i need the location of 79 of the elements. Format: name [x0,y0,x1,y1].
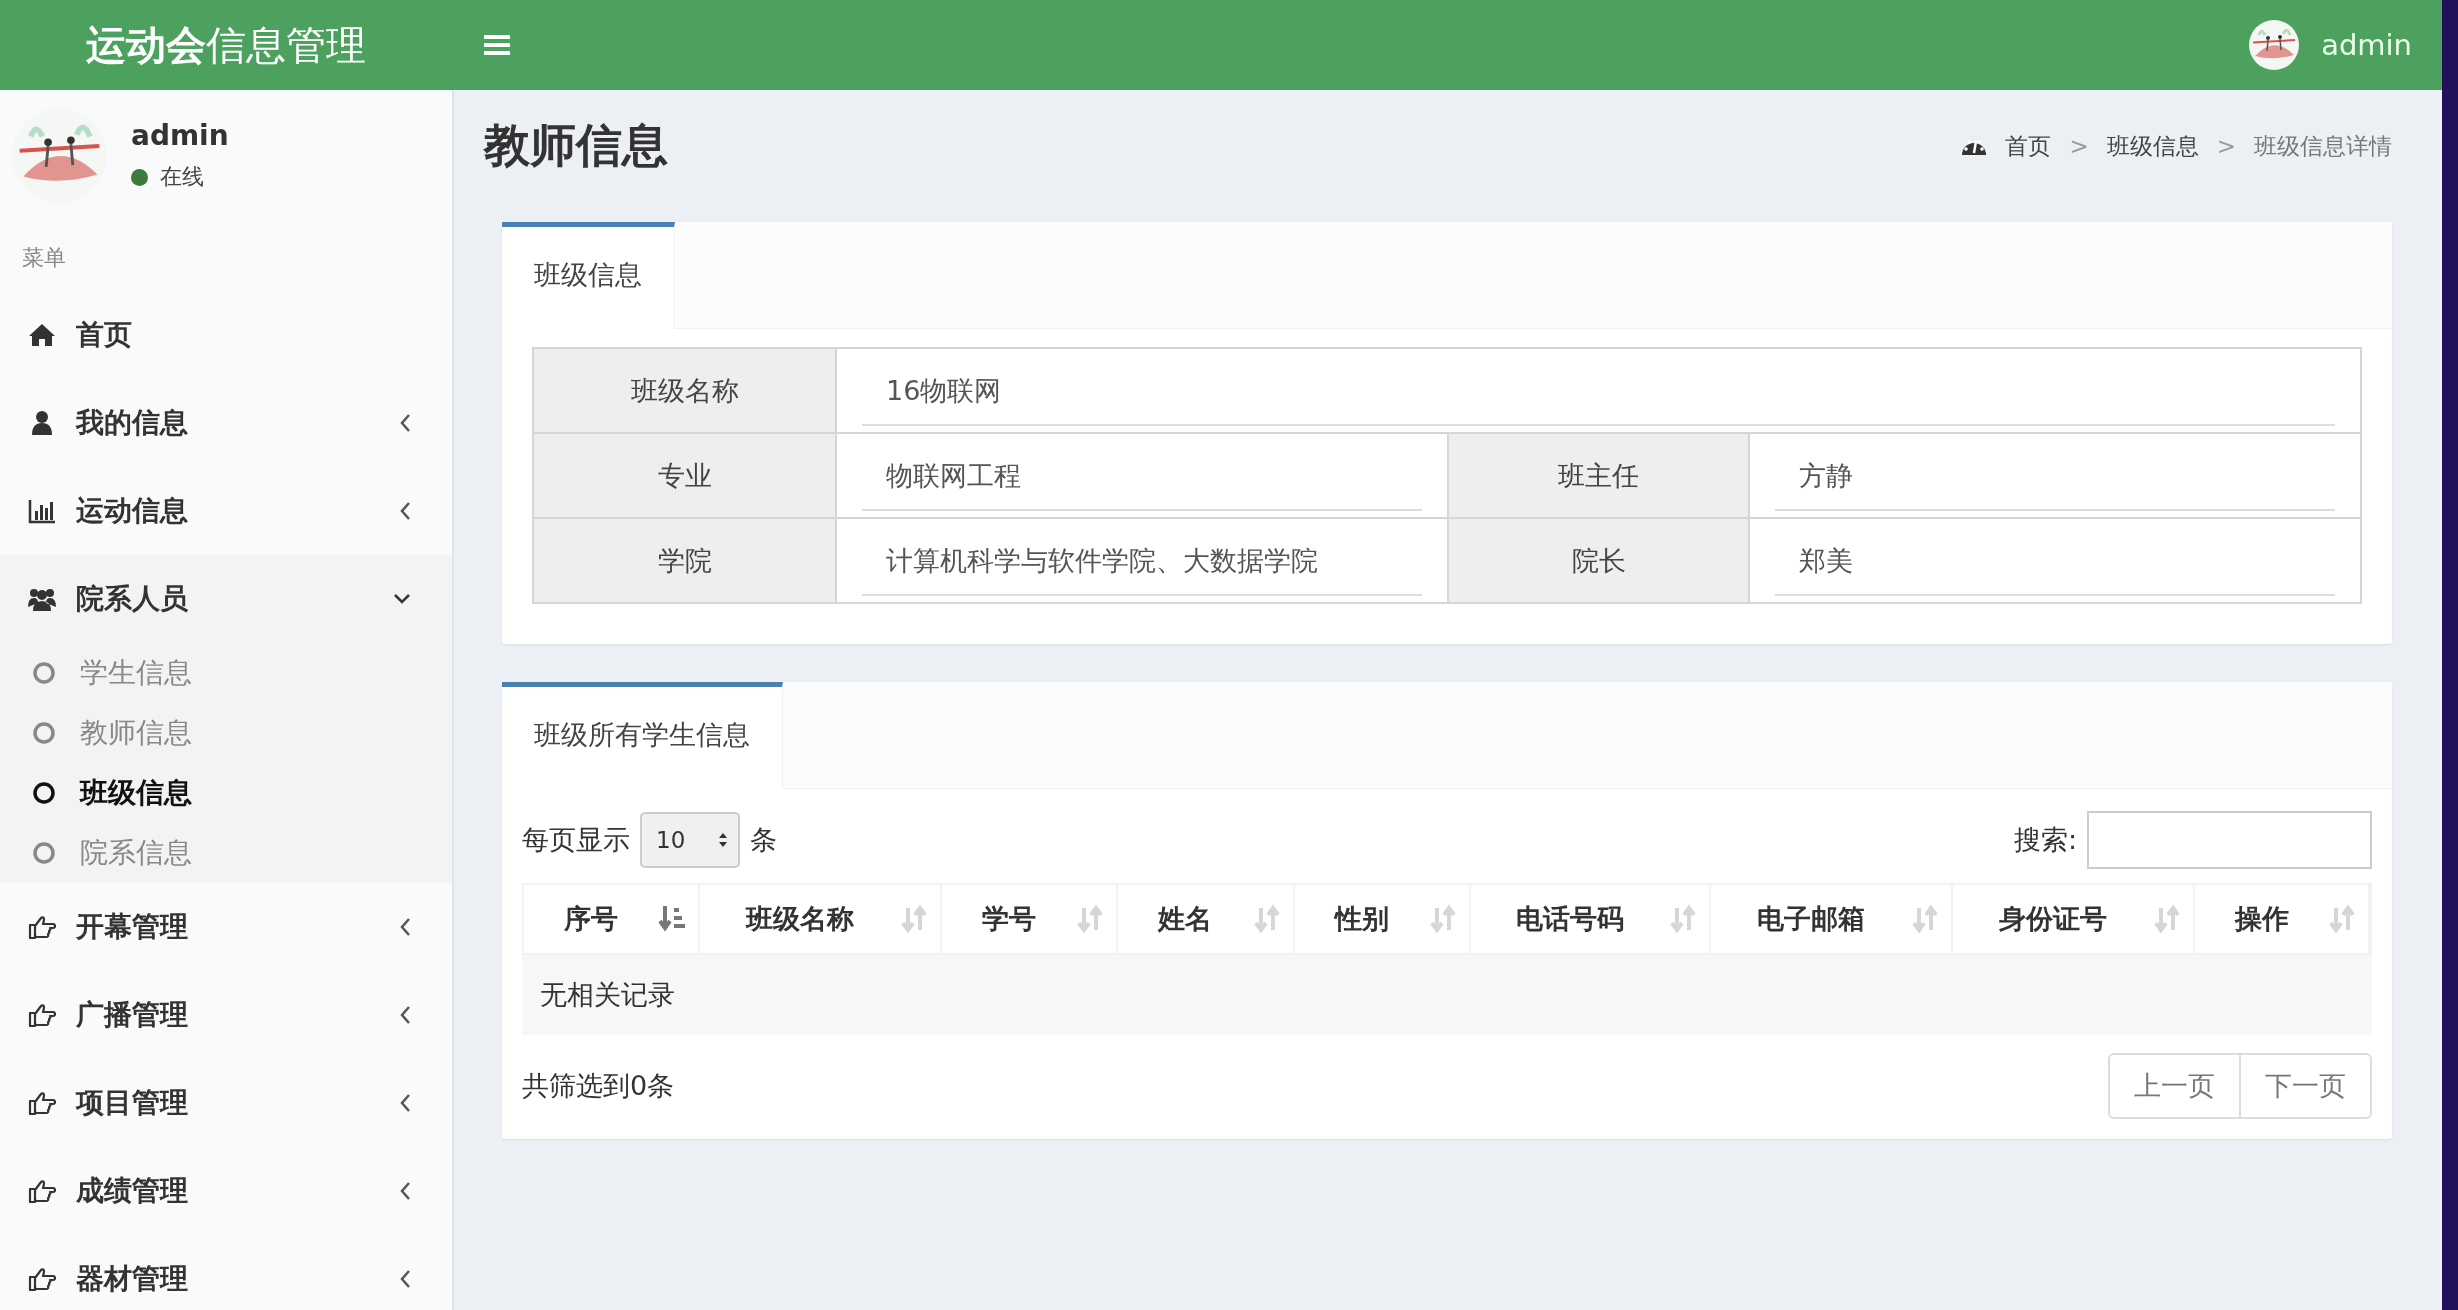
empty-message: 无相关记录 [522,955,2372,1035]
menu-item[interactable]: 开幕管理 [0,883,452,971]
menu-item[interactable]: 院系人员 [0,555,452,643]
hand-pointing-icon [28,1177,56,1205]
sort-ascending-icon[interactable] [658,904,687,934]
menu-item[interactable]: 我的信息 [0,379,452,467]
sort-icon[interactable] [1428,904,1457,934]
sort-icon[interactable] [1252,904,1281,934]
chevron-left-icon [398,1268,412,1290]
avatar-icon [2249,20,2300,70]
chevron-left-icon [398,916,412,938]
avatar-icon [12,108,107,203]
sort-icon[interactable] [1911,904,1940,934]
menu-item[interactable]: 项目管理 [0,1059,452,1147]
chevron-left-icon [398,412,412,434]
chevron-left-icon [398,1092,412,1114]
field-label: 院长 [1447,519,1750,602]
card-tab[interactable]: 班级信息 [502,222,675,329]
status-text: 在线 [160,163,204,191]
menu-item[interactable]: 器材管理 [0,1235,452,1310]
breadcrumb-separator: > [2216,133,2236,159]
column-header[interactable]: 操作 [2195,885,2370,953]
chevron-left-icon [398,1180,412,1202]
home-icon [28,321,56,349]
status-dot [131,168,148,186]
menu-item[interactable]: 首页 [0,291,452,379]
search-field[interactable] [2087,811,2372,869]
page-title: 教师信息 [484,117,669,174]
column-header[interactable]: 班级名称 [700,885,943,953]
result-count: 共筛选到0条 [522,1069,676,1103]
field-value: 计算机科学与软件学院、大数据学院 [862,527,1422,596]
sort-icon[interactable] [900,904,929,934]
bar-chart-icon [28,497,56,525]
card-tab[interactable]: 班级所有学生信息 [502,682,783,789]
circle-icon [32,841,56,865]
column-header[interactable]: 身份证号 [1953,885,2196,953]
field-value: 16物联网 [862,357,2335,426]
user-name: admin [131,119,229,152]
column-header[interactable]: 学号 [942,885,1119,953]
chevron-down-icon [392,592,412,606]
chevron-left-icon [398,1004,412,1026]
hand-pointing-icon [28,1089,56,1117]
field-value: 郑美 [1775,527,2335,596]
sort-icon[interactable] [1669,904,1698,934]
menu-icon[interactable] [484,34,510,56]
field-value: 方静 [1775,442,2335,511]
field-label: 学院 [534,519,837,602]
menu-heading: 菜单 [21,244,67,272]
column-header[interactable]: 姓名 [1118,885,1295,953]
column-header[interactable]: 序号 [524,885,701,953]
column-header[interactable]: 电话号码 [1470,885,1712,953]
field-label: 班主任 [1447,434,1750,517]
breadcrumb-current: 班级信息详情 [2254,131,2392,161]
page-size-label: 每页显示 [522,823,630,857]
sort-icon[interactable] [1076,904,1105,934]
sort-icon[interactable] [2153,904,2182,934]
search-label: 搜索: [2013,823,2077,857]
page-size-select[interactable]: 10 [640,812,740,868]
menu-item[interactable]: 广播管理 [0,971,452,1059]
circle-icon [32,661,56,685]
field-value: 物联网工程 [862,442,1422,511]
breadcrumb-link[interactable]: 班级信息 [2106,130,2199,162]
page-size-unit: 条 [750,823,777,857]
sort-icon[interactable] [2328,904,2356,934]
circle-icon [32,781,56,805]
hand-pointing-icon [28,1001,56,1029]
hand-pointing-icon [28,1265,56,1293]
submenu-item[interactable]: 班级信息 [0,763,452,823]
column-header[interactable]: 电子邮箱 [1711,885,1954,953]
field-label: 班级名称 [534,349,837,432]
hand-pointing-icon [28,913,56,941]
menu-item[interactable]: 运动信息 [0,467,452,555]
breadcrumb-separator: > [2069,133,2089,159]
column-header[interactable]: 性别 [1294,885,1471,953]
breadcrumb-link[interactable]: 首页 [2005,130,2052,162]
circle-icon [32,721,56,745]
field-label: 专业 [534,434,837,517]
menu-item[interactable]: 成绩管理 [0,1147,452,1235]
chevron-left-icon [398,500,412,522]
